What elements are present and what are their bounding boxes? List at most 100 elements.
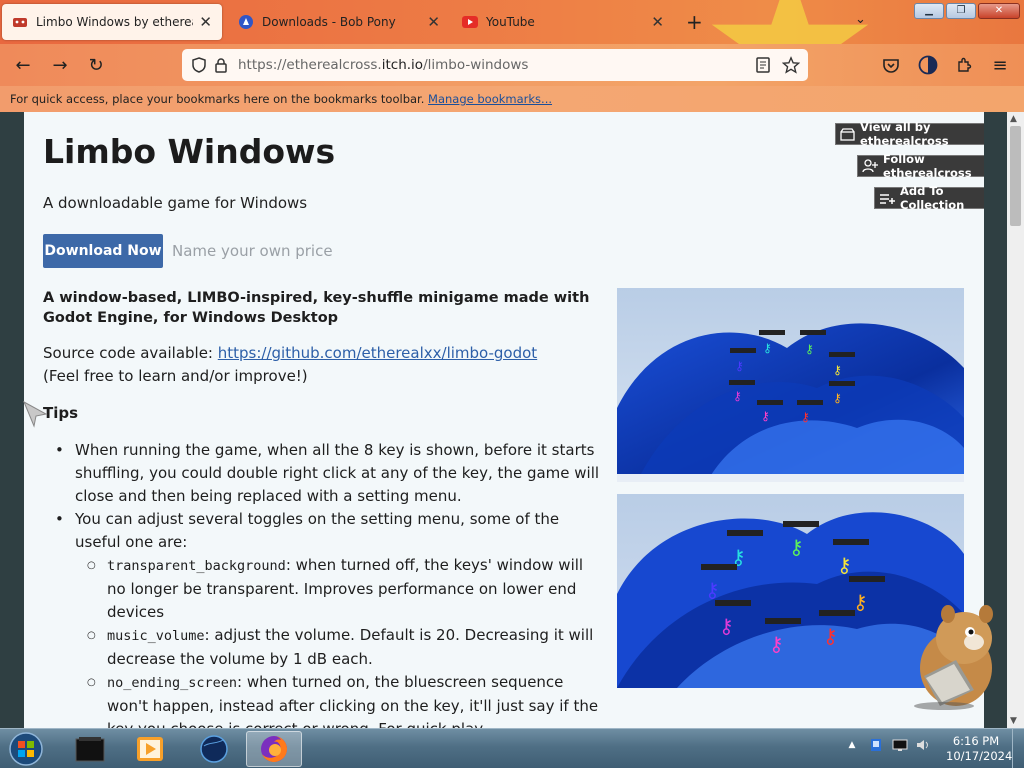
clock-date: 10/17/2024 — [946, 749, 1013, 763]
account-icon[interactable] — [915, 52, 941, 78]
svg-text:⚷: ⚷ — [823, 624, 838, 648]
svg-text:⚷: ⚷ — [769, 632, 784, 656]
game-screenshot-1[interactable]: ⚷ ⚷ ⚷ ⚷ ⚷ ⚷ ⚷ ⚷ — [617, 288, 964, 482]
shield-icon[interactable] — [188, 54, 210, 76]
svg-text:⚷: ⚷ — [763, 341, 772, 355]
taskbar-app-terminal[interactable] — [62, 731, 118, 767]
tab-strip: Limbo Windows by etherealcro ✕ Downloads… — [0, 0, 1024, 117]
source-note: (Feel free to learn and/or improve!) — [43, 367, 308, 385]
bookmark-star-icon[interactable] — [780, 54, 802, 76]
add-to-list-icon — [879, 191, 895, 205]
toggles-list: transparent_background: when turned off,… — [75, 554, 603, 728]
window-controls: ▁ ❐ ✕ — [914, 3, 1020, 19]
taskbar-app-firefox[interactable] — [246, 731, 302, 767]
toggle-code: music_volume — [107, 628, 205, 644]
svg-text:⚷: ⚷ — [789, 535, 804, 559]
new-tab-button[interactable]: + — [686, 10, 703, 34]
manage-bookmarks-link[interactable]: Manage bookmarks... — [428, 92, 552, 106]
hamster-mascot-icon — [914, 605, 993, 710]
device-icon[interactable] — [868, 737, 884, 753]
follow-author-button[interactable]: Follow etherealcross — [857, 152, 984, 180]
firefox-icon — [261, 736, 287, 762]
bobpony-icon — [238, 14, 254, 30]
pocket-icon[interactable] — [878, 52, 904, 78]
system-tray: ▲ — [844, 737, 932, 753]
view-all-label: View all by etherealcross — [860, 120, 949, 148]
minimize-button[interactable]: ▁ — [914, 3, 944, 19]
url-prefix: https://etherealcross. — [238, 57, 382, 73]
page-scrollbar[interactable]: ▲ ▼ — [1007, 112, 1024, 728]
globe-icon — [200, 735, 228, 763]
svg-text:⚷: ⚷ — [805, 342, 814, 356]
store-icon — [840, 127, 855, 141]
download-now-button[interactable]: Download Now — [43, 234, 163, 268]
tab-label: Limbo Windows by etherealcro — [36, 15, 193, 29]
media-player-icon — [137, 737, 163, 761]
tab-limbo-windows[interactable]: Limbo Windows by etherealcro ✕ — [2, 4, 222, 40]
game-page-content: Limbo Windows A downloadable game for Wi… — [24, 112, 984, 728]
window-close-button[interactable]: ✕ — [978, 3, 1020, 19]
maximize-button[interactable]: ❐ — [946, 3, 976, 19]
close-tab-icon[interactable]: ✕ — [199, 13, 212, 31]
price-label: Name your own price — [172, 242, 333, 260]
tip-item: You can adjust several toggles on the se… — [43, 508, 603, 728]
svg-text:⚷: ⚷ — [735, 359, 744, 373]
url-bar[interactable]: https://etherealcross.itch.io/limbo-wind… — [182, 49, 808, 81]
show-desktop-button[interactable] — [1012, 729, 1024, 768]
svg-text:⚷: ⚷ — [719, 614, 734, 638]
tab-label: YouTube — [486, 15, 535, 29]
windows-start-icon[interactable] — [6, 731, 46, 767]
forward-arrow-icon[interactable]: → — [47, 52, 73, 78]
show-hidden-icons-icon[interactable]: ▲ — [844, 737, 860, 753]
reload-icon[interactable]: ↻ — [83, 52, 109, 78]
tab-youtube[interactable]: YouTube ✕ — [452, 4, 674, 40]
toggle-item: music_volume: adjust the volume. Default… — [75, 624, 603, 671]
github-link[interactable]: https://github.com/etherealxx/limbo-godo… — [218, 344, 537, 362]
scroll-down-icon[interactable]: ▼ — [1010, 716, 1017, 726]
source-code-paragraph: Source code available: https://github.co… — [43, 342, 603, 388]
toggle-code: no_ending_screen — [107, 675, 238, 691]
scroll-up-icon[interactable]: ▲ — [1010, 114, 1017, 124]
collection-label: Add To Collection — [900, 184, 965, 212]
lock-icon[interactable] — [210, 54, 232, 76]
svg-text:⚷: ⚷ — [705, 578, 720, 602]
toggle-code: transparent_background — [107, 558, 286, 574]
svg-text:⚷: ⚷ — [733, 389, 742, 403]
windows-taskbar: ▲ 6:16 PM 10/17/2024 — [0, 728, 1024, 768]
network-icon[interactable] — [892, 737, 908, 753]
system-clock[interactable]: 6:16 PM 10/17/2024 — [946, 734, 1013, 764]
add-to-collection-button[interactable]: Add To Collection — [874, 184, 984, 212]
page-title: Limbo Windows — [43, 132, 336, 171]
view-all-by-author-button[interactable]: View all by etherealcross — [835, 120, 984, 148]
bookmarks-message: For quick access, place your bookmarks h… — [10, 92, 425, 106]
hamburger-menu-icon[interactable]: ≡ — [987, 52, 1013, 78]
chevron-down-icon[interactable]: ⌄ — [855, 12, 866, 27]
close-tab-icon[interactable]: ✕ — [427, 13, 440, 31]
svg-text:⚷: ⚷ — [761, 409, 770, 423]
url-text[interactable]: https://etherealcross.itch.io/limbo-wind… — [238, 57, 752, 73]
scrollbar-thumb[interactable] — [1010, 126, 1021, 226]
page-subtitle: A downloadable game for Windows — [43, 194, 308, 212]
add-user-icon — [862, 159, 878, 173]
source-prefix: Source code available: — [43, 344, 218, 362]
svg-text:⚷: ⚷ — [833, 391, 842, 405]
youtube-icon — [462, 14, 478, 30]
mouse-cursor-icon — [22, 400, 48, 428]
follow-label: Follow etherealcross — [883, 152, 972, 180]
url-path: /limbo-windows — [423, 57, 529, 73]
game-description: A window-based, LIMBO-inspired, key-shuf… — [43, 288, 603, 728]
url-domain: itch.io — [381, 57, 424, 73]
back-arrow-icon[interactable]: ← — [10, 52, 36, 78]
clock-time: 6:16 PM — [952, 734, 1000, 748]
reader-view-icon[interactable] — [752, 54, 774, 76]
extensions-icon[interactable] — [951, 52, 977, 78]
toggle-item: no_ending_screen: when turned on, the bl… — [75, 671, 603, 728]
tip-item: When running the game, when all the 8 ke… — [43, 439, 603, 508]
volume-icon[interactable] — [916, 737, 932, 753]
close-tab-icon[interactable]: ✕ — [651, 13, 664, 31]
tip-text: When running the game, when all the 8 ke… — [75, 441, 600, 505]
taskbar-app-media-player[interactable] — [122, 731, 178, 767]
tab-downloads-bob-pony[interactable]: Downloads - Bob Pony ✕ — [228, 4, 450, 40]
taskbar-app-globe[interactable] — [186, 731, 242, 767]
tips-heading: Tips — [43, 404, 79, 422]
